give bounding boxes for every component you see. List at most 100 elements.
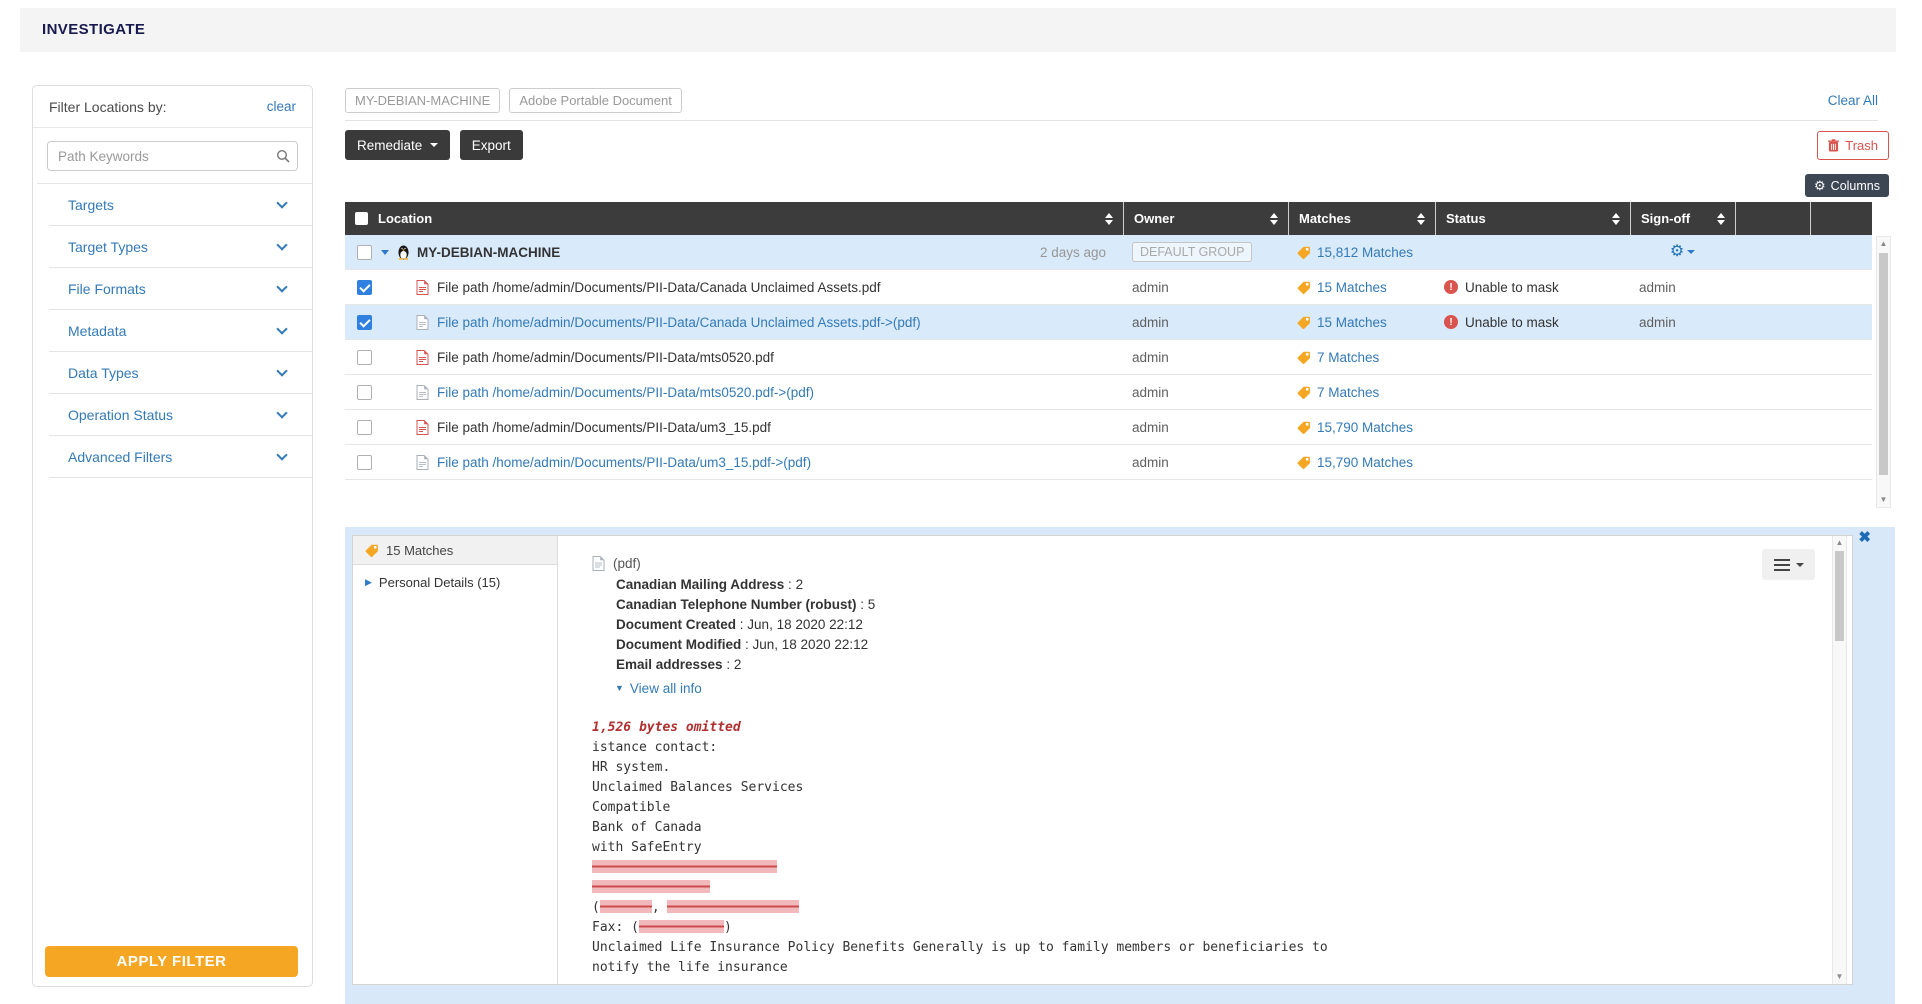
matches-link[interactable]: 7 Matches: [1317, 385, 1379, 400]
table-group-row[interactable]: MY-DEBIAN-MACHINE 2 days ago DEFAULT GRO…: [345, 235, 1872, 270]
matches-link[interactable]: 15,790 Matches: [1317, 455, 1413, 470]
columns-button[interactable]: ⚙ Columns: [1805, 174, 1889, 197]
file-icon: [416, 350, 429, 365]
table-row[interactable]: File path /home/admin/Documents/PII-Data…: [345, 375, 1872, 410]
table-header: Location Owner Matches Status Sign-off: [345, 202, 1872, 235]
chevron-down-icon: [276, 197, 287, 208]
file-icon: [416, 455, 429, 470]
tree-item-personal-details[interactable]: ▶ Personal Details (15): [353, 565, 557, 600]
column-header-location[interactable]: Location: [345, 202, 1123, 235]
matches-link[interactable]: 15,790 Matches: [1317, 420, 1413, 435]
table-row[interactable]: File path /home/admin/Documents/PII-Data…: [345, 305, 1872, 340]
content-line: (,: [592, 898, 1792, 918]
row-checkbox[interactable]: [357, 315, 372, 330]
column-header-owner[interactable]: Owner: [1123, 202, 1288, 235]
scroll-up-arrow[interactable]: ▲: [1877, 238, 1890, 250]
filter-sections: Targets Target Types File Formats Metada…: [33, 184, 312, 478]
filter-section-label: Targets: [68, 197, 114, 213]
expand-caret-icon[interactable]: [381, 250, 389, 255]
export-button[interactable]: Export: [460, 130, 523, 160]
file-path[interactable]: File path /home/admin/Documents/PII-Data…: [437, 420, 771, 435]
path-keywords-input[interactable]: [47, 141, 298, 171]
match-content: 1,526 bytes omittedistance contact:HR sy…: [592, 718, 1792, 978]
filter-section-file-formats[interactable]: File Formats: [33, 268, 312, 309]
trash-button[interactable]: Trash: [1817, 131, 1889, 160]
error-icon: !: [1444, 315, 1458, 329]
match-tree: 15 Matches ▶ Personal Details (15): [353, 536, 558, 984]
table-row[interactable]: File path /home/admin/Documents/PII-Data…: [345, 270, 1872, 305]
owner-value: admin: [1132, 280, 1169, 295]
file-path[interactable]: File path /home/admin/Documents/PII-Data…: [437, 280, 880, 295]
row-checkbox[interactable]: [357, 280, 372, 295]
target-name[interactable]: MY-DEBIAN-MACHINE: [417, 245, 560, 260]
sort-icon[interactable]: [1717, 213, 1725, 225]
scroll-down-arrow[interactable]: ▼: [1833, 971, 1846, 983]
column-header-empty: [1735, 202, 1810, 235]
owner-value: admin: [1132, 385, 1169, 400]
row-checkbox[interactable]: [357, 245, 372, 260]
filter-section-operation-status[interactable]: Operation Status: [33, 394, 312, 435]
chevron-down-icon: [1687, 250, 1695, 254]
table-scrollbar[interactable]: ▲ ▼: [1876, 236, 1891, 508]
content-line: Bank of Canada: [592, 818, 1792, 838]
close-icon[interactable]: ✖: [1858, 530, 1871, 545]
table-row[interactable]: File path /home/admin/Documents/PII-Data…: [345, 410, 1872, 445]
filter-section-data-types[interactable]: Data Types: [33, 352, 312, 393]
file-path[interactable]: File path /home/admin/Documents/PII-Data…: [437, 315, 921, 330]
content-line: HR system.: [592, 758, 1792, 778]
divider: [345, 120, 1878, 121]
trash-label: Trash: [1845, 138, 1878, 153]
content-line: Fax: (): [592, 918, 1792, 938]
apply-filter-button[interactable]: APPLY FILTER: [45, 946, 298, 977]
remediate-button[interactable]: Remediate: [345, 130, 450, 160]
filter-section-metadata[interactable]: Metadata: [33, 310, 312, 351]
matches-link[interactable]: 15,812 Matches: [1317, 245, 1413, 260]
preview-scrollbar[interactable]: ▲ ▼: [1832, 536, 1847, 984]
column-header-signoff[interactable]: Sign-off: [1630, 202, 1735, 235]
column-header-status[interactable]: Status: [1435, 202, 1630, 235]
match-count-header: 15 Matches: [353, 536, 557, 565]
table-row[interactable]: File path /home/admin/Documents/PII-Data…: [345, 340, 1872, 375]
expand-triangle-icon[interactable]: ▶: [365, 578, 372, 587]
sort-icon[interactable]: [1270, 213, 1278, 225]
file-icon: [416, 420, 429, 435]
file-path[interactable]: File path /home/admin/Documents/PII-Data…: [437, 455, 811, 470]
select-all-checkbox[interactable]: [355, 212, 368, 225]
match-inspector-panel: ✖ 15 Matches ▶ Personal Details (15): [345, 527, 1895, 1004]
chevron-down-icon: [276, 323, 287, 334]
view-all-info-link[interactable]: ▼ View all info: [615, 681, 1792, 696]
filter-section-advanced-filters[interactable]: Advanced Filters: [33, 436, 312, 477]
scrollbar-thumb[interactable]: [1835, 551, 1844, 641]
column-header-matches[interactable]: Matches: [1288, 202, 1435, 235]
sort-icon[interactable]: [1417, 213, 1425, 225]
filter-section-targets[interactable]: Targets: [33, 184, 312, 225]
sort-icon[interactable]: [1105, 213, 1113, 225]
row-actions-gear-icon[interactable]: ⚙: [1670, 244, 1695, 260]
scroll-up-arrow[interactable]: ▲: [1833, 537, 1846, 549]
matches-link[interactable]: 7 Matches: [1317, 350, 1379, 365]
scrollbar-thumb[interactable]: [1879, 253, 1888, 475]
row-checkbox[interactable]: [357, 385, 372, 400]
owner-value: admin: [1132, 350, 1169, 365]
filter-clear-link[interactable]: clear: [267, 99, 296, 114]
filter-chip[interactable]: MY-DEBIAN-MACHINE: [345, 88, 500, 113]
matches-link[interactable]: 15 Matches: [1317, 280, 1387, 295]
columns-toolbar: ⚙ Columns: [345, 174, 1889, 197]
triangle-down-icon: ▼: [615, 684, 624, 693]
scroll-down-arrow[interactable]: ▼: [1877, 494, 1890, 506]
chevron-down-icon: [276, 239, 287, 250]
sort-icon[interactable]: [1612, 213, 1620, 225]
row-checkbox[interactable]: [357, 420, 372, 435]
row-checkbox[interactable]: [357, 455, 372, 470]
row-checkbox[interactable]: [357, 350, 372, 365]
filter-chip[interactable]: Adobe Portable Document: [509, 88, 681, 113]
clear-all-link[interactable]: Clear All: [1828, 93, 1878, 108]
file-path[interactable]: File path /home/admin/Documents/PII-Data…: [437, 350, 774, 365]
filter-section-label: Metadata: [68, 323, 126, 339]
file-path[interactable]: File path /home/admin/Documents/PII-Data…: [437, 385, 814, 400]
table-row[interactable]: File path /home/admin/Documents/PII-Data…: [345, 445, 1872, 480]
matches-link[interactable]: 15 Matches: [1317, 315, 1387, 330]
filter-section-target-types[interactable]: Target Types: [33, 226, 312, 267]
preview-menu-button[interactable]: [1762, 549, 1815, 580]
content-line: notify the life insurance: [592, 958, 1792, 978]
